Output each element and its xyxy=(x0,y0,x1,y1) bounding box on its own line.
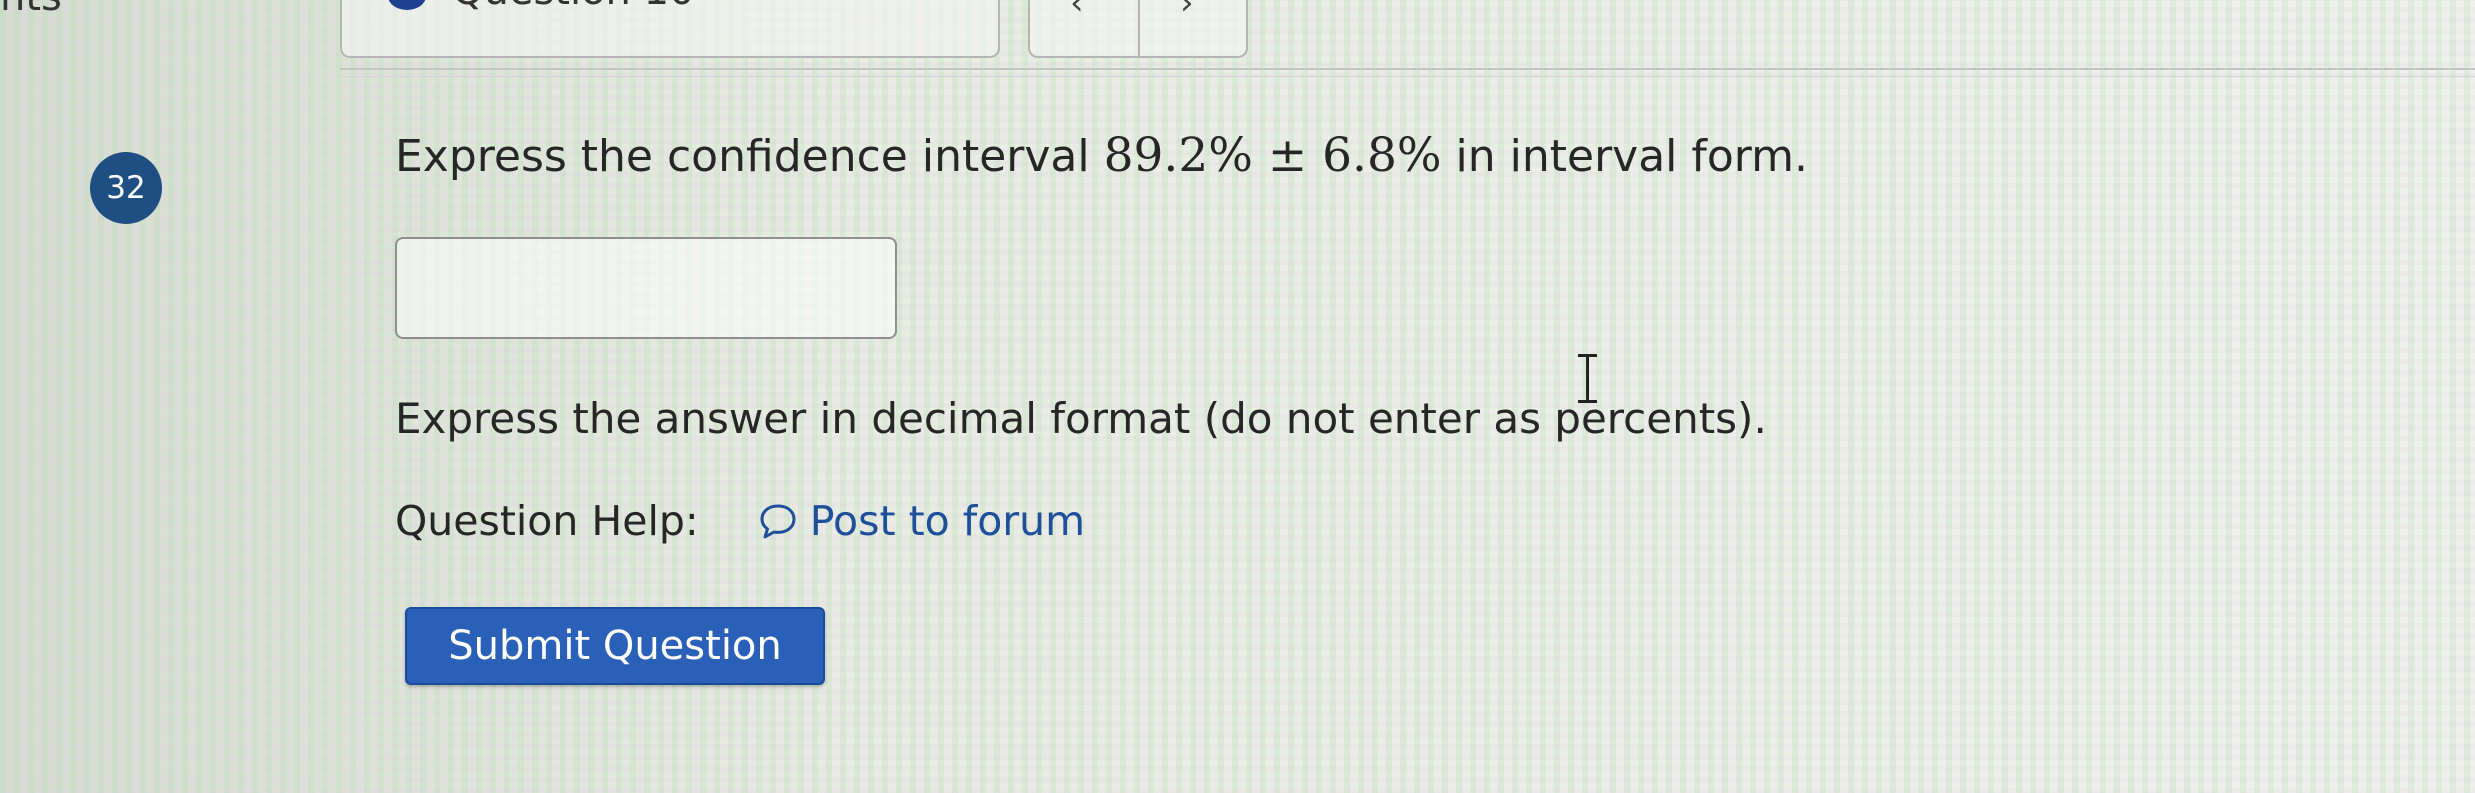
question-pager: ‹ › xyxy=(1028,0,1248,58)
question-select-dropdown[interactable]: Question 10 xyxy=(340,0,1000,58)
prompt-math-expression: 89.2% ± 6.8% xyxy=(1103,128,1442,183)
post-to-forum-label: Post to forum xyxy=(809,497,1086,545)
post-to-forum-link[interactable]: Post to forum xyxy=(758,497,1085,545)
answer-format-instruction: Express the answer in decimal format (do… xyxy=(395,394,1767,443)
prompt-text-before: Express the confidence interval xyxy=(395,131,1104,182)
question-help-label: Question Help: xyxy=(395,497,699,545)
answer-input[interactable] xyxy=(395,237,897,339)
question-select-label: Question 10 xyxy=(452,0,695,14)
question-help-row: Question Help: Post to forum xyxy=(395,494,1085,545)
section-label: nts xyxy=(0,0,62,20)
prompt-text-after: in interval form. xyxy=(1441,131,1808,182)
question-number-badge: 32 xyxy=(90,152,162,224)
mouse-ibeam-cursor-icon xyxy=(1578,352,1597,406)
header-divider-secondary xyxy=(340,76,2475,77)
header-divider xyxy=(340,68,2475,70)
submit-question-button[interactable]: Submit Question xyxy=(405,607,825,685)
status-dot-icon xyxy=(388,0,426,10)
question-prompt: Express the confidence interval 89.2% ± … xyxy=(395,128,1808,183)
pager-divider xyxy=(1138,0,1140,56)
chat-bubble-icon xyxy=(760,504,796,539)
previous-question-button[interactable]: ‹ xyxy=(1070,0,1084,20)
next-question-button[interactable]: › xyxy=(1180,0,1194,20)
